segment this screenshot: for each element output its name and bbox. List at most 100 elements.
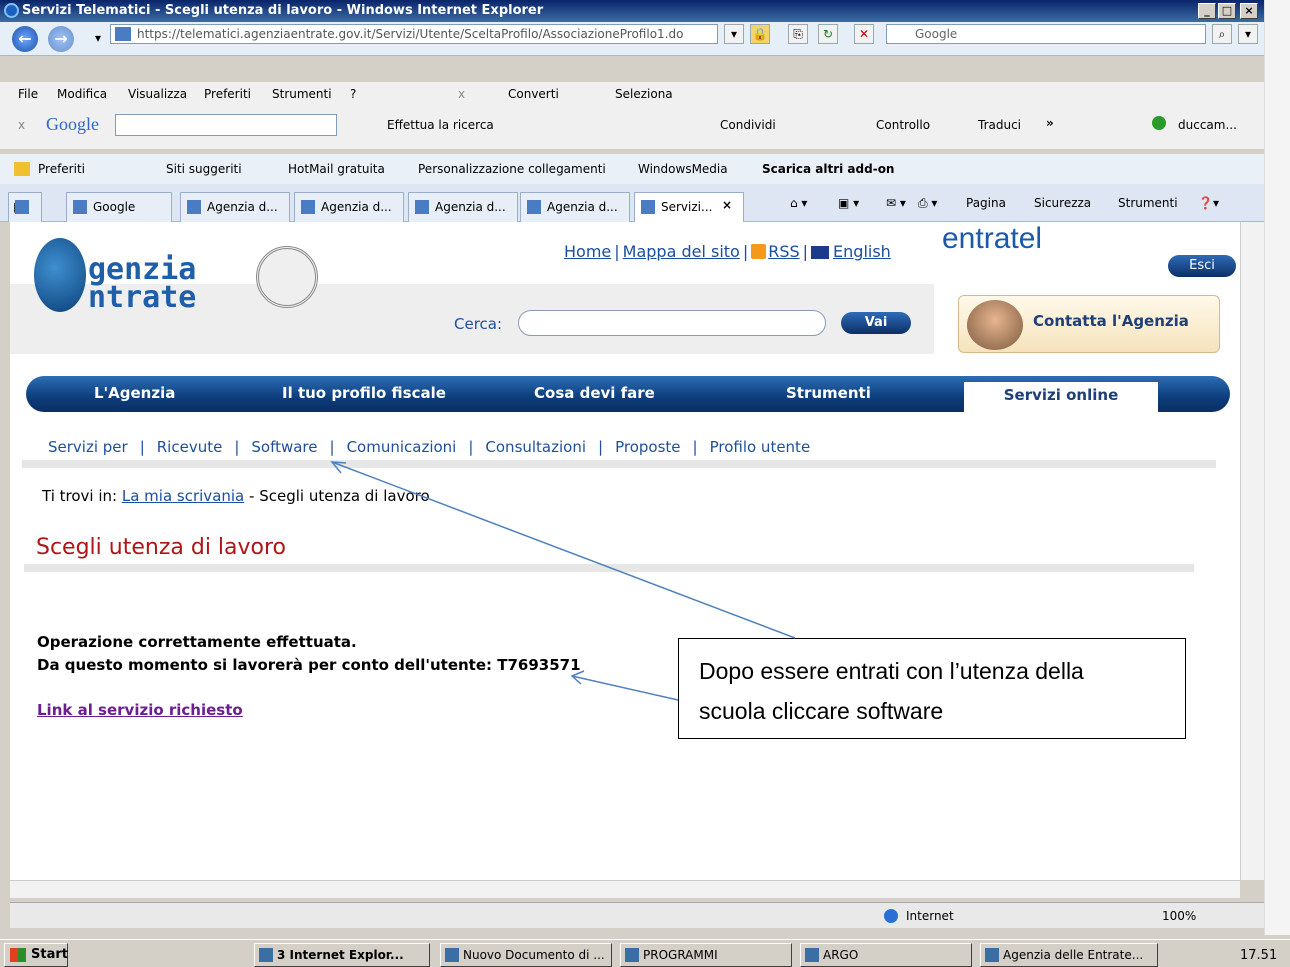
seleziona-button[interactable]: Seleziona (615, 82, 673, 106)
forward-button[interactable]: → (48, 26, 74, 52)
chevron-more-icon[interactable]: » (1046, 116, 1054, 130)
service-link[interactable]: Link al servizio richiesto (37, 701, 243, 719)
status-bar: Internet 100% (10, 902, 1264, 928)
menu-file[interactable]: File (18, 82, 38, 106)
taskbar-ie[interactable]: 3 Internet Explor... (254, 943, 430, 967)
mail-icon[interactable]: ✉ ▾ (886, 196, 906, 210)
sub-nav: Servizi per | Ricevute | Software | Comunicazi… (48, 438, 811, 456)
taskbar-programmi[interactable]: PROGRAMMI (620, 943, 792, 967)
controllo-button[interactable]: Controllo (876, 118, 930, 132)
top-links: Home | Mappa del sito | RSS | English (564, 242, 891, 261)
vertical-scrollbar[interactable] (1240, 222, 1264, 880)
subnav-profilo-utente[interactable]: Profilo utente (710, 438, 811, 456)
esci-button[interactable]: Esci (1168, 255, 1236, 277)
rss-link[interactable]: RSS (768, 242, 799, 261)
menu-visualizza[interactable]: Visualizza (128, 82, 187, 106)
back-button[interactable]: ← (12, 26, 38, 52)
address-url: https://telematici.agenziaentrate.gov.it… (137, 27, 684, 41)
contatta-button[interactable]: Contatta l'Agenzia (958, 295, 1220, 353)
entratel-logo: entratel (942, 222, 1043, 255)
history-dropdown-icon[interactable]: ▾ (88, 29, 108, 49)
fav-scarica-addon[interactable]: Scarica altri add-on (762, 154, 894, 184)
menu-pagina[interactable]: Pagina (966, 196, 1006, 210)
traduci-button[interactable]: Traduci (978, 118, 1021, 132)
site-search-input[interactable] (518, 310, 826, 336)
close-toolbar-icon[interactable]: x (18, 118, 25, 132)
taskbar-argo[interactable]: ARGO (800, 943, 972, 967)
english-link[interactable]: English (833, 242, 891, 261)
menu-modifica[interactable]: Modifica (57, 82, 107, 106)
fav-personalizzazione[interactable]: Personalizzazione collegamenti (418, 154, 606, 184)
menu-preferiti[interactable]: Preferiti (204, 82, 251, 106)
home-icon[interactable]: ⌂ ▾ (790, 196, 807, 210)
subnav-proposte[interactable]: Proposte (615, 438, 680, 456)
fav-siti-suggeriti[interactable]: Siti suggeriti (166, 154, 242, 184)
minimize-button[interactable]: _ (1198, 3, 1216, 19)
agenzia-logo[interactable]: genzia ntrate (34, 232, 324, 316)
zoom-level[interactable]: 100% (1162, 903, 1196, 929)
horizontal-scrollbar[interactable] (10, 880, 1240, 898)
menu-help[interactable]: ? (350, 82, 356, 106)
nav-agenzia[interactable]: L'Agenzia (94, 384, 175, 402)
menu-strumenti[interactable]: Strumenti (272, 82, 332, 106)
tab-google[interactable]: Google (66, 192, 172, 222)
search-box[interactable]: Google (886, 24, 1206, 44)
user-button[interactable]: duccam... (1178, 118, 1237, 132)
close-button[interactable]: × (1240, 3, 1258, 19)
converti-button[interactable]: Converti (508, 82, 559, 106)
address-dropdown-icon[interactable]: ▾ (724, 24, 744, 44)
menu-bar: File Modifica Visualizza Preferiti Strum… (0, 82, 1264, 106)
uk-flag-icon (811, 246, 830, 259)
search-placeholder: Google (915, 27, 958, 41)
address-bar[interactable]: https://telematici.agenziaentrate.gov.it… (110, 24, 718, 44)
tab-agenzia-3[interactable]: Agenzia d... (408, 192, 518, 222)
maximize-button[interactable]: □ (1218, 3, 1236, 19)
menu-sicurezza[interactable]: Sicurezza (1034, 196, 1091, 210)
refresh-icon[interactable]: ↻ (818, 24, 838, 44)
taskbar-agenzia[interactable]: Agenzia delle Entrate... (980, 943, 1158, 967)
lock-icon[interactable]: 🔒 (750, 24, 770, 44)
search-icon[interactable]: ⌕ (1212, 24, 1232, 44)
feeds-icon[interactable]: ▣ ▾ (838, 196, 859, 210)
fav-hotmail[interactable]: HotMail gratuita (288, 154, 385, 184)
search-label: Cerca: (454, 315, 503, 333)
effettua-ricerca-button[interactable]: Effettua la ricerca (387, 118, 494, 132)
start-button[interactable]: Start (4, 943, 68, 967)
favorites-bar: Preferiti Siti suggeriti HotMail gratuit… (0, 154, 1264, 184)
republic-emblem-icon (256, 246, 318, 308)
taskbar-documento[interactable]: Nuovo Documento di ... (440, 943, 612, 967)
subnav-ricevute[interactable]: Ricevute (157, 438, 223, 456)
tab-agenzia-2[interactable]: Agenzia d... (294, 192, 404, 222)
fav-windowsmedia[interactable]: WindowsMedia (638, 154, 728, 184)
tab-agenzia-4[interactable]: Agenzia d... (520, 192, 630, 222)
stop-icon[interactable]: ✕ (854, 24, 874, 44)
subnav-consultazioni[interactable]: Consultazioni (485, 438, 586, 456)
window-title: Servizi Telematici - Scegli utenza di la… (22, 3, 544, 18)
breadcrumb-link[interactable]: La mia scrivania (122, 487, 244, 505)
home-link[interactable]: Home (564, 242, 611, 261)
close-tab-icon[interactable]: × (722, 198, 732, 212)
quick-tabs-icon[interactable]: ▦ (8, 192, 42, 222)
tab-agenzia-1[interactable]: Agenzia d... (180, 192, 290, 222)
user-message: Da questo momento si lavorerà per conto … (37, 656, 581, 674)
nav-servizi-online[interactable]: Servizi online (964, 382, 1158, 412)
print-icon[interactable]: ⎙ ▾ (918, 196, 937, 211)
condividi-button[interactable]: Condividi (720, 118, 776, 132)
subnav-servizi-per[interactable]: Servizi per (48, 438, 128, 456)
subnav-software[interactable]: Software (251, 438, 317, 456)
page-icon (115, 27, 131, 41)
help-icon[interactable]: ❓▾ (1198, 196, 1219, 210)
sitemap-link[interactable]: Mappa del sito (623, 242, 740, 261)
compatibility-icon[interactable]: ⎘ (788, 24, 808, 44)
search-options-icon[interactable]: ▾ (1238, 24, 1258, 44)
google-search-input[interactable] (115, 114, 337, 136)
vai-button[interactable]: Vai (841, 312, 911, 334)
subnav-comunicazioni[interactable]: Comunicazioni (347, 438, 457, 456)
nav-profilo-fiscale[interactable]: Il tuo profilo fiscale (282, 384, 446, 402)
close-toolbar-icon[interactable]: x (458, 82, 465, 106)
preferiti-button[interactable]: Preferiti (38, 154, 85, 184)
logo-text-2: ntrate (88, 280, 197, 315)
menu-strumenti-cmd[interactable]: Strumenti (1118, 196, 1178, 210)
nav-strumenti[interactable]: Strumenti (786, 384, 871, 402)
nav-cosa-devi-fare[interactable]: Cosa devi fare (534, 384, 655, 402)
